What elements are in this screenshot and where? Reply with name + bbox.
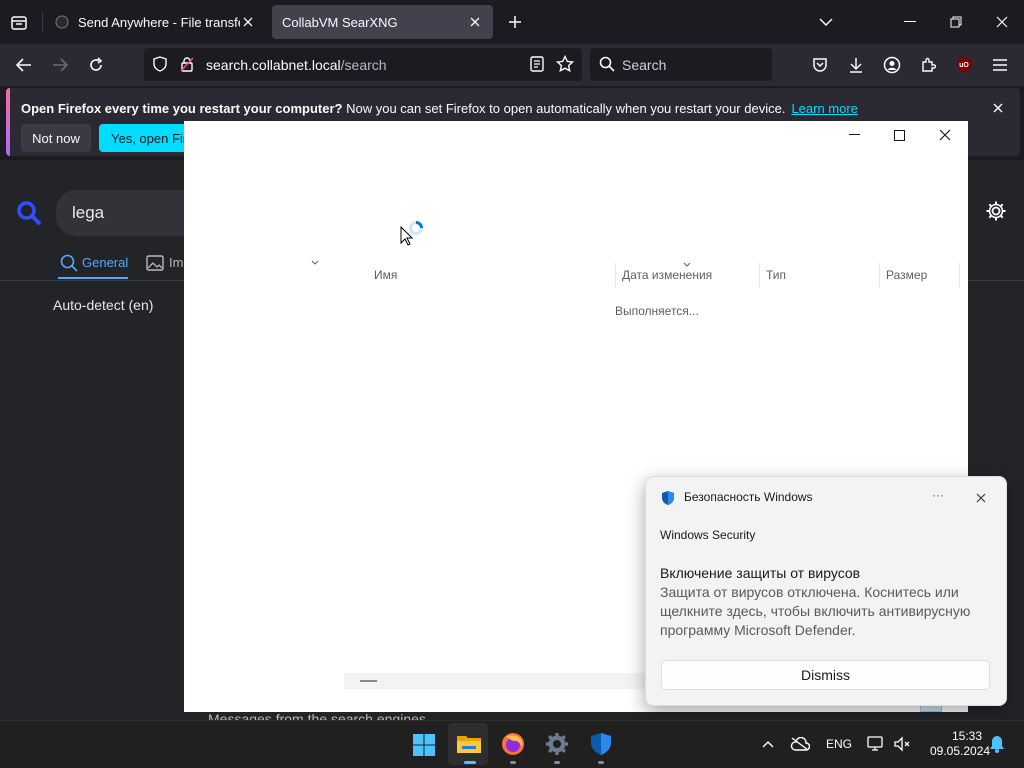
ublock-origin-icon[interactable]: uO xyxy=(954,55,974,75)
shield-tracking-icon[interactable] xyxy=(151,55,169,73)
column-separator[interactable] xyxy=(759,263,760,287)
ublock-badge-text: uO xyxy=(959,61,969,69)
dismiss-button[interactable]: Dismiss xyxy=(661,660,990,690)
notification-message: Open Firefox every time you restart your… xyxy=(21,101,858,116)
reload-icon[interactable] xyxy=(86,55,106,75)
tab-collabvm-searxng[interactable]: CollabVM SearXNG xyxy=(272,5,493,39)
pocket-icon[interactable] xyxy=(810,55,830,75)
toast-body-text: Защита от вирусов отключена. Коснитесь и… xyxy=(660,584,971,638)
minimize-icon[interactable] xyxy=(900,12,920,32)
send-anywhere-favicon-icon xyxy=(54,14,70,30)
back-arrow-icon[interactable] xyxy=(14,55,34,75)
firefox-icon[interactable] xyxy=(500,731,526,757)
language-auto-detect[interactable]: Auto-detect (en) xyxy=(53,297,153,313)
tab-general[interactable]: General xyxy=(82,255,128,270)
column-header-date-modified[interactable]: Дата изменения xyxy=(622,268,712,282)
preferences-gear-icon[interactable] xyxy=(984,199,1008,223)
search-placeholder: Search xyxy=(622,57,667,73)
start-windows-icon[interactable] xyxy=(411,732,437,758)
column-separator[interactable] xyxy=(879,263,880,287)
restore-icon[interactable] xyxy=(946,12,966,32)
settings-gear-icon[interactable] xyxy=(544,731,570,757)
firefox-running-indicator xyxy=(510,761,516,764)
extensions-puzzle-icon[interactable] xyxy=(918,55,938,75)
url-path: /search xyxy=(340,57,387,73)
volume-muted-icon[interactable] xyxy=(892,735,912,753)
toast-title: Включение защиты от вирусов xyxy=(660,565,861,581)
clock-date: 09.05.2024 xyxy=(930,744,991,758)
learn-more-link[interactable]: Learn more xyxy=(791,101,857,116)
keyboard-language-indicator[interactable]: ENG xyxy=(826,737,852,751)
sort-chevron-icon[interactable] xyxy=(682,260,692,268)
explorer-running-indicator xyxy=(464,761,476,764)
menu-hamburger-icon[interactable] xyxy=(990,55,1010,75)
taskbar-clock[interactable]: 15:33 09.05.2024 xyxy=(930,729,991,759)
list-all-tabs-chevron-icon[interactable] xyxy=(816,12,836,32)
windows-security-taskbar-icon[interactable] xyxy=(588,731,614,757)
close-icon[interactable] xyxy=(240,14,256,30)
search-icon xyxy=(598,55,616,73)
notifications-bell-icon[interactable] xyxy=(988,735,1006,753)
toast-more-options-icon[interactable]: ··· xyxy=(932,488,944,502)
column-header-size[interactable]: Размер xyxy=(886,268,927,282)
search-bar[interactable] xyxy=(590,48,772,81)
settings-running-indicator xyxy=(554,761,560,764)
firefox-view-icon[interactable] xyxy=(8,12,30,34)
toast-app-name: Безопасность Windows xyxy=(684,490,813,504)
onedrive-cloud-off-icon[interactable] xyxy=(789,735,811,753)
tab-send-anywhere[interactable]: Send Anywhere - File transfer xyxy=(44,5,266,39)
account-icon[interactable] xyxy=(882,55,902,75)
images-icon xyxy=(145,254,165,272)
tab-title: Send Anywhere - File transfer xyxy=(78,14,240,30)
toast-subtitle: Windows Security xyxy=(660,528,756,542)
searxng-magnifier-icon[interactable] xyxy=(15,199,43,227)
security-running-indicator xyxy=(598,761,604,764)
downloads-icon[interactable] xyxy=(846,55,866,75)
expand-chevron-icon[interactable] xyxy=(310,258,320,266)
scrollbar-thumb[interactable] xyxy=(360,680,377,682)
forward-arrow-icon[interactable] xyxy=(50,55,70,75)
clock-time: 15:33 xyxy=(951,729,982,743)
windows-security-shield-icon xyxy=(660,489,676,507)
notification-bold-text: Open Firefox every time you restart your… xyxy=(21,101,343,116)
dialog-close-icon[interactable] xyxy=(936,126,954,144)
network-monitor-icon[interactable] xyxy=(866,735,886,753)
tab-general-underline xyxy=(58,277,128,279)
loading-status-text: Выполняется... xyxy=(615,304,699,318)
notification-accent xyxy=(6,88,10,156)
column-header-type[interactable]: Тип xyxy=(766,268,786,282)
notification-text: Now you can set Firefox to open automati… xyxy=(346,101,786,116)
column-header-name[interactable]: Имя xyxy=(374,268,397,282)
dialog-minimize-icon[interactable] xyxy=(845,126,863,144)
url-host: search.collabnet.local xyxy=(206,57,341,73)
tab-separator xyxy=(42,12,43,32)
close-icon[interactable] xyxy=(467,14,483,30)
notification-close-icon[interactable] xyxy=(990,100,1006,116)
horizontal-scrollbar[interactable] xyxy=(344,673,648,689)
column-separator[interactable] xyxy=(959,263,960,287)
dialog-maximize-icon[interactable] xyxy=(890,126,908,144)
bookmark-star-icon[interactable] xyxy=(555,55,575,73)
searxng-query-text: lega xyxy=(72,203,105,222)
reader-view-icon[interactable] xyxy=(528,55,546,73)
busy-cursor-icon xyxy=(396,218,426,248)
file-explorer-folder-icon[interactable] xyxy=(455,731,483,757)
insecure-lock-icon[interactable] xyxy=(178,55,196,73)
toast-close-icon[interactable] xyxy=(972,489,990,507)
column-separator[interactable] xyxy=(615,263,616,287)
show-hidden-icons-chevron-icon[interactable] xyxy=(760,736,776,752)
window-close-icon[interactable] xyxy=(992,12,1012,32)
new-tab-plus-icon[interactable] xyxy=(505,12,525,32)
tab-title: CollabVM SearXNG xyxy=(282,14,398,30)
general-search-icon xyxy=(59,253,79,273)
url-text[interactable]: search.collabnet.local/search xyxy=(206,57,387,73)
not-now-button[interactable]: Not now xyxy=(21,124,91,152)
